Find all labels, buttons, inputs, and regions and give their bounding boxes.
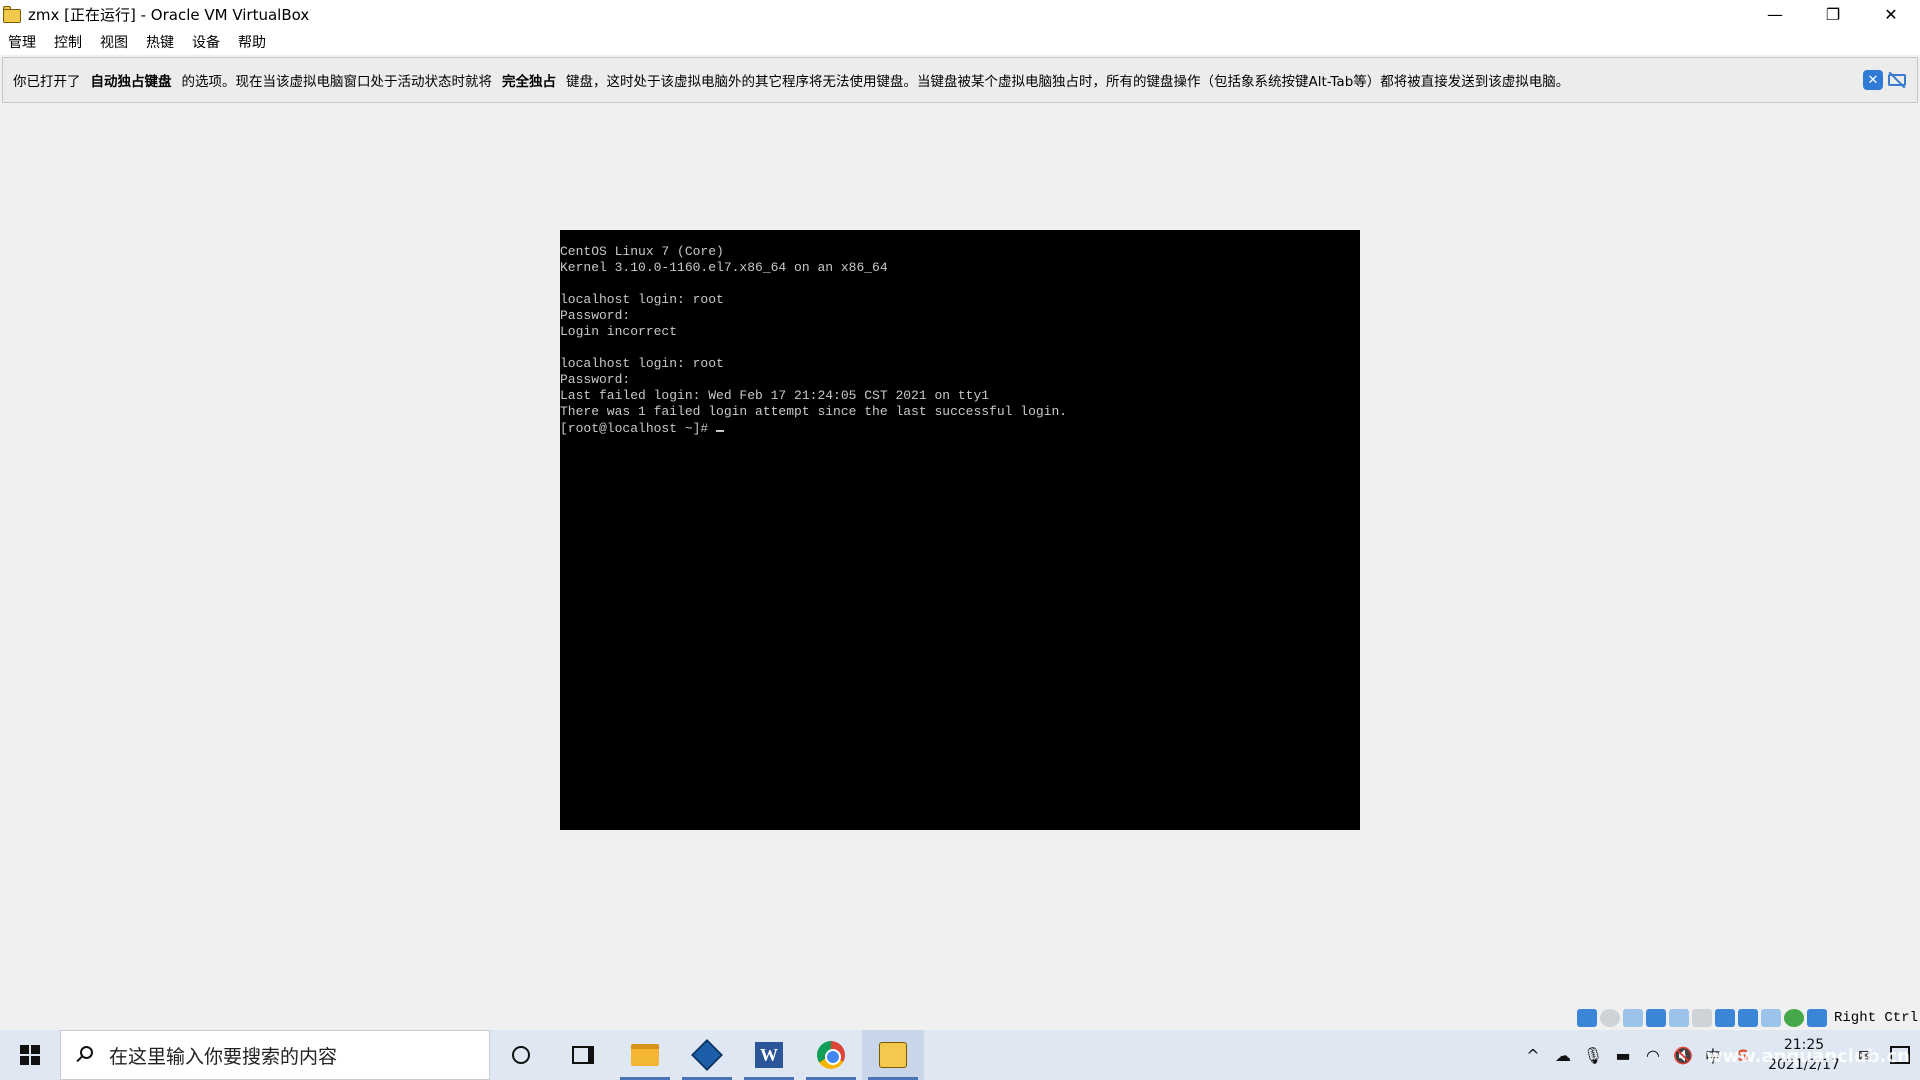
search-icon [75, 1046, 93, 1064]
microphone-icon[interactable]: 🎙 [1578, 1030, 1608, 1080]
menu-help[interactable]: 帮助 [238, 32, 266, 52]
file-explorer-icon [631, 1044, 659, 1066]
file-explorer-button[interactable] [614, 1030, 676, 1080]
wifi-icon[interactable]: ◠ [1638, 1030, 1668, 1080]
menu-bar: 管理 控制 视图 热键 设备 帮助 [0, 29, 1920, 55]
window-titlebar: zmx [正在运行] - Oracle VM VirtualBox — ❐ ✕ [0, 0, 1920, 29]
terminal-line: Login incorrect [560, 324, 678, 339]
terminal-line: Last failed login: Wed Feb 17 21:24:05 C… [560, 388, 990, 403]
display-icon[interactable] [1714, 1009, 1735, 1027]
terminal-line: Password: [560, 308, 631, 323]
banner-bold-2: 完全独占 [502, 74, 556, 90]
word-icon: W [755, 1042, 783, 1068]
vm-status-bar: Right Ctrl [1576, 1007, 1918, 1029]
banner-close-icon[interactable]: ✕ [1863, 70, 1883, 90]
keyboard-capture-banner: 你已打开了 自动独占键盘 的选项。现在当该虚拟电脑窗口处于活动状态时就将 完全独… [2, 57, 1918, 103]
keyboard-capture-icon[interactable] [1806, 1009, 1827, 1027]
cortana-icon [512, 1046, 530, 1064]
usb-icon[interactable] [1668, 1009, 1689, 1027]
terminal-cursor [716, 420, 725, 432]
vm-window-button[interactable] [862, 1030, 924, 1080]
show-hidden-icons-chevron-icon[interactable]: ^ [1518, 1030, 1548, 1080]
menu-hotkeys[interactable]: 热键 [146, 32, 174, 52]
mouse-integration-icon[interactable] [1783, 1009, 1804, 1027]
cortana-button[interactable] [490, 1030, 552, 1080]
chrome-icon [817, 1041, 845, 1069]
close-button[interactable]: ✕ [1862, 0, 1920, 29]
optical-drive-icon[interactable] [1599, 1009, 1620, 1027]
battery-icon[interactable]: ▬ [1608, 1030, 1638, 1080]
menu-view[interactable]: 视图 [100, 32, 128, 52]
task-view-button[interactable] [552, 1030, 614, 1080]
virtualization-icon[interactable] [1760, 1009, 1781, 1027]
menu-devices[interactable]: 设备 [192, 32, 220, 52]
onedrive-cloud-icon[interactable]: ☁ [1548, 1030, 1578, 1080]
terminal-line: Kernel 3.10.0-1160.el7.x86_64 on an x86_… [560, 260, 888, 275]
start-button[interactable] [0, 1030, 60, 1080]
terminal-prompt-line: [root@localhost ~]# [560, 420, 1360, 436]
window-controls: — ❐ ✕ [1746, 0, 1920, 29]
terminal-line: Password: [560, 372, 631, 387]
menu-manage[interactable]: 管理 [8, 32, 36, 52]
search-placeholder: 在这里输入你要搜索的内容 [109, 1045, 338, 1068]
terminal-line: CentOS Linux 7 (Core) [560, 244, 724, 259]
menu-control[interactable]: 控制 [54, 32, 82, 52]
audio-icon[interactable] [1622, 1009, 1643, 1027]
terminal-prompt: [root@localhost ~]# [560, 421, 717, 436]
virtualbox-button[interactable] [676, 1030, 738, 1080]
restore-button[interactable]: ❐ [1804, 0, 1862, 29]
taskbar-search-box[interactable]: 在这里输入你要搜索的内容 [60, 1030, 490, 1080]
vm-display[interactable]: CentOS Linux 7 (Core) Kernel 3.10.0-1160… [560, 230, 1360, 830]
terminal-line: localhost login: root [560, 356, 724, 371]
virtualbox-vm-icon [2, 5, 22, 25]
banner-text-2: 的选项。现在当该虚拟电脑窗口处于活动状态时就将 [181, 74, 493, 90]
watermark: www.anquanclub.cn [1705, 1046, 1910, 1067]
banner-bold-1: 自动独占键盘 [90, 74, 172, 90]
network-icon[interactable] [1645, 1009, 1666, 1027]
hard-disk-icon[interactable] [1576, 1009, 1597, 1027]
windows-taskbar: 在这里输入你要搜索的内容 W ^ ☁ 🎙 ▬ ◠ 🔇 中 S 21:25 202… [0, 1030, 1920, 1080]
banner-text-3: 键盘，这时处于该虚拟电脑外的其它程序将无法使用键盘。当键盘被某个虚拟电脑独占时，… [566, 74, 1570, 90]
host-key-label: Right Ctrl [1833, 1010, 1918, 1026]
virtualbox-icon [691, 1039, 723, 1071]
vm-window-icon [879, 1042, 907, 1068]
shared-folders-icon[interactable] [1691, 1009, 1712, 1027]
task-view-icon [572, 1046, 594, 1064]
window-title: zmx [正在运行] - Oracle VM VirtualBox [28, 6, 310, 24]
chrome-button[interactable] [800, 1030, 862, 1080]
recording-icon[interactable] [1737, 1009, 1758, 1027]
banner-text-1: 你已打开了 [13, 74, 81, 90]
minimize-button[interactable]: — [1746, 0, 1804, 29]
windows-logo-icon [20, 1045, 40, 1065]
terminal-line: There was 1 failed login attempt since t… [560, 404, 1068, 419]
terminal-line: localhost login: root [560, 292, 724, 307]
do-not-show-again-icon[interactable] [1887, 70, 1907, 90]
banner-actions: ✕ [1863, 70, 1907, 90]
volume-muted-icon[interactable]: 🔇 [1668, 1030, 1698, 1080]
word-button[interactable]: W [738, 1030, 800, 1080]
